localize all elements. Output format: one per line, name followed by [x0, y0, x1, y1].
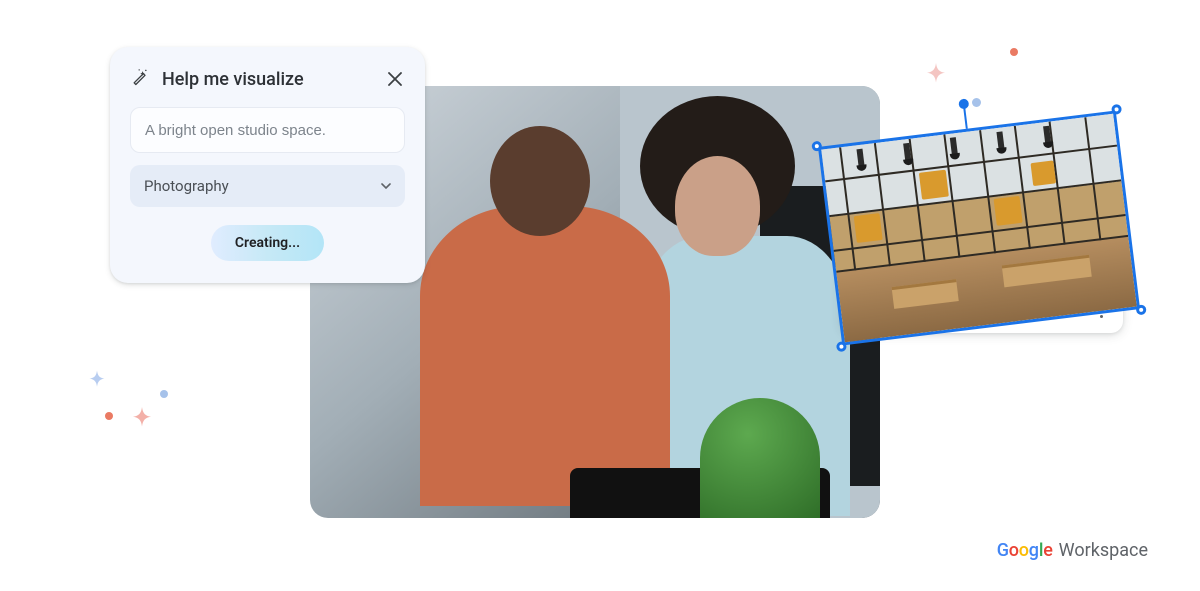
style-select[interactable]: Photography — [130, 165, 405, 207]
rotate-handle[interactable] — [958, 98, 969, 109]
prompt-input[interactable] — [145, 122, 390, 139]
sparkle-icon — [82, 368, 112, 398]
google-wordmark: Google — [997, 540, 1053, 561]
magic-wand-icon — [130, 67, 150, 91]
prompt-input-wrapper[interactable] — [130, 107, 405, 153]
generated-image-selection[interactable] — [818, 110, 1140, 345]
chevron-down-icon — [381, 181, 391, 191]
decorative-dot — [160, 390, 168, 398]
decorative-dot — [972, 98, 981, 107]
style-select-label: Photography — [144, 177, 375, 195]
resize-handle-se[interactable] — [1136, 304, 1147, 315]
create-button[interactable]: Creating... — [211, 225, 324, 261]
panel-title: Help me visualize — [162, 69, 373, 90]
decorative-dot — [105, 412, 113, 420]
help-me-visualize-panel: Help me visualize Photography Creating..… — [110, 47, 425, 283]
sparkle-icon — [124, 404, 160, 440]
generated-image — [821, 114, 1136, 342]
decorative-dot — [1010, 48, 1018, 56]
sparkle-icon — [918, 60, 954, 96]
resize-handle-ne[interactable] — [1111, 104, 1122, 115]
google-workspace-logo: Google Workspace — [997, 540, 1148, 561]
workspace-wordmark: Workspace — [1059, 540, 1148, 561]
close-icon[interactable] — [385, 69, 405, 89]
